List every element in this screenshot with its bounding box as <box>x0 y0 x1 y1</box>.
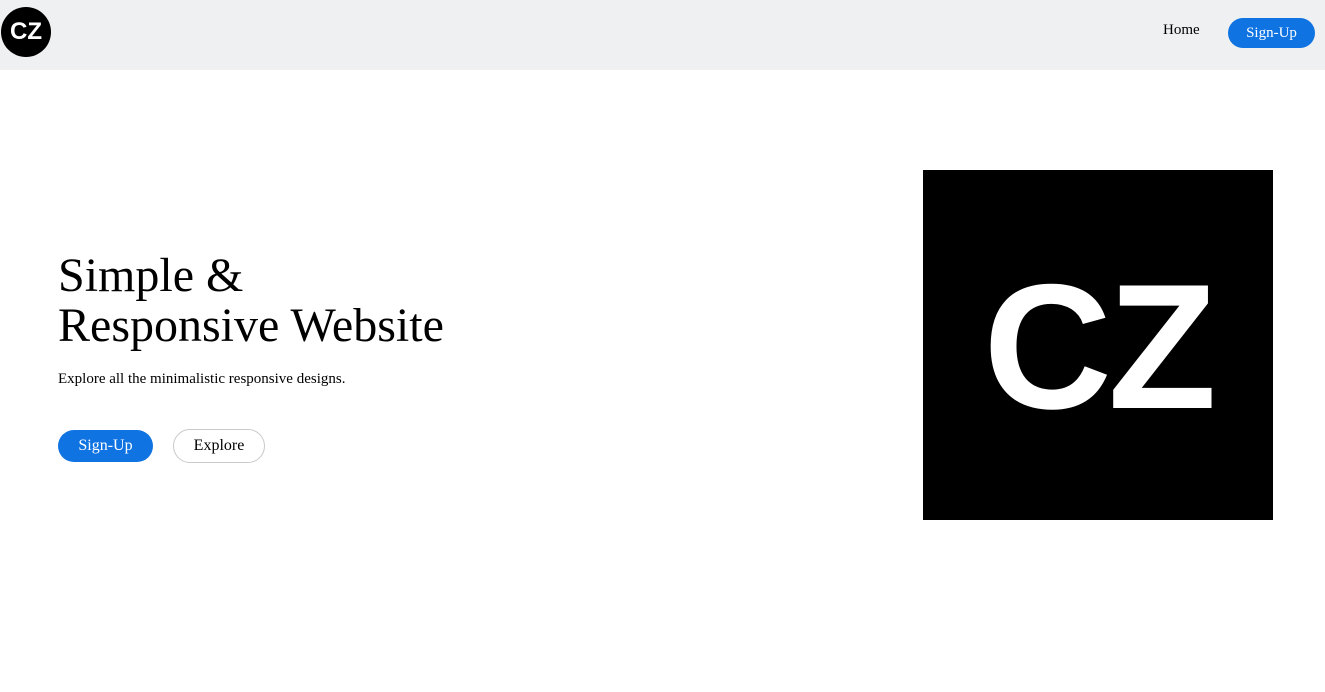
logo-text: CZ <box>10 18 42 45</box>
hero-explore-button[interactable]: Explore <box>173 429 265 463</box>
hero-logo-image: CZ <box>923 170 1273 520</box>
hero-signup-button[interactable]: Sign-Up <box>58 430 153 462</box>
hero-title-line-1: Simple & <box>58 249 244 302</box>
site-logo[interactable]: CZ <box>1 7 51 57</box>
hero-subtitle: Explore all the minimalistic responsive … <box>58 371 346 387</box>
hero-title-line-2: Responsive Website <box>58 299 444 352</box>
nav-signup-button[interactable]: Sign-Up <box>1228 18 1315 48</box>
hero-title: Simple & Responsive Website <box>58 251 444 351</box>
hero-logo-text: CZ <box>983 247 1216 446</box>
navbar: CZ Home Sign-Up <box>0 0 1325 70</box>
nav-home-link[interactable]: Home <box>1163 22 1200 39</box>
